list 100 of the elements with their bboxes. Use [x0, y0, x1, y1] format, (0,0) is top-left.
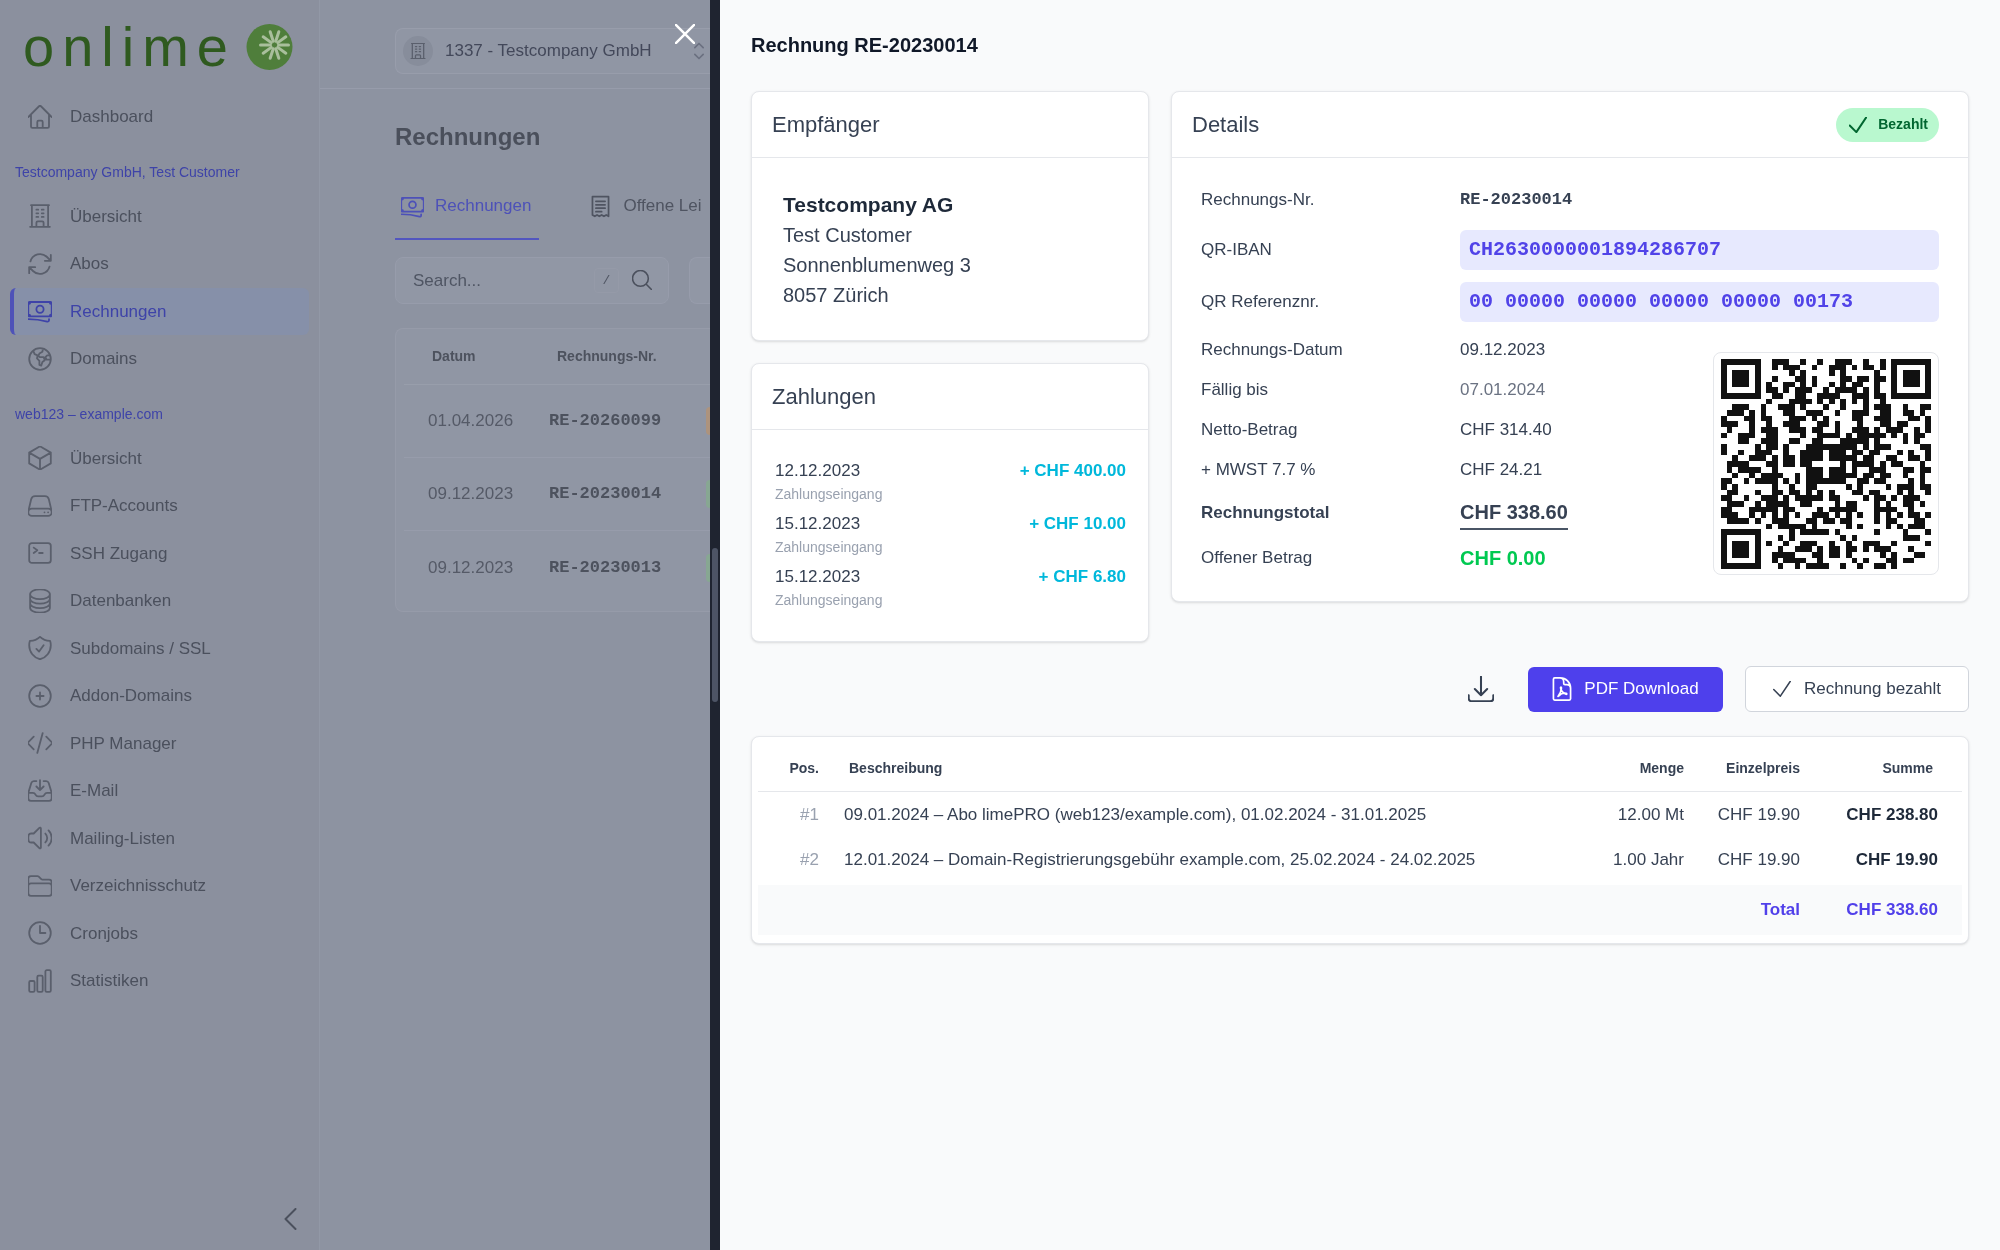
close-button[interactable] — [675, 24, 695, 44]
table-cell-text: CHF 19.90 — [1716, 803, 1800, 826]
inbox-download-icon — [28, 778, 52, 803]
section-heading: Testcompany GmbH, Test Customer — [14, 162, 241, 182]
sidebar-nav-link[interactable]: PHP Manager — [10, 719, 309, 767]
field-label: Netto-Betrag — [1201, 419, 1299, 442]
table-cell-text: RE-20230013 — [549, 557, 662, 580]
status-label: Bezahlt — [1878, 115, 1928, 134]
payment-date: 12.12.2023 — [775, 460, 862, 482]
column-header: Einzelpreis — [1725, 759, 1800, 778]
sidebar-nav-link[interactable]: Mailing-Listen — [10, 814, 309, 862]
card-title: Empfänger — [772, 111, 880, 139]
table-cell-text: RE-20260099 — [549, 410, 662, 433]
field-value: CHF 338.60 — [1460, 496, 1568, 530]
download-icon — [1468, 676, 1494, 702]
table-cell-text: 09.12.2023 — [427, 483, 515, 506]
table-cell-text: 1.00 Jahr — [1612, 848, 1684, 871]
payment-type: Zahlungseingang — [775, 591, 883, 609]
terminal-icon — [28, 541, 52, 566]
sidebar-nav-link[interactable]: Übersicht — [10, 434, 309, 482]
field-label: Offener Betrag — [1201, 547, 1314, 570]
clock-icon — [28, 921, 52, 946]
download-button[interactable] — [1468, 676, 1494, 702]
hard-drive-icon — [28, 493, 52, 518]
dropdown-field[interactable] — [689, 257, 710, 304]
field-label: Fällig bis — [1201, 379, 1270, 402]
sidebar-nav-link[interactable]: Addon-Domains — [10, 672, 309, 720]
payment-date: 15.12.2023 — [775, 566, 862, 588]
code-icon — [28, 731, 52, 756]
page-heading: Rechnungen — [395, 122, 542, 152]
table-cell-text: CHF 19.90 — [1854, 848, 1939, 871]
pdf-download-button[interactable]: PDF Download — [1528, 666, 1723, 712]
table-cell-text: #1 — [799, 803, 820, 826]
payment-date: 15.12.2023 — [775, 513, 862, 535]
banknote-icon — [28, 299, 52, 324]
column-header: Rechnungs-Nr. — [556, 347, 657, 366]
database-icon — [28, 588, 52, 613]
payment-amount: + CHF 400.00 — [1019, 460, 1126, 482]
field-value: CHF 24.21 — [1460, 459, 1543, 482]
field-label: Rechnungstotal — [1201, 502, 1331, 525]
search-icon — [632, 270, 652, 290]
section-heading: web123 – example.com — [14, 404, 164, 424]
table-cell-text: CHF 238.80 — [1845, 803, 1939, 826]
building-icon — [28, 204, 52, 229]
banknote-icon — [401, 194, 424, 218]
payment-amount: + CHF 6.80 — [1038, 566, 1126, 588]
address-line: Test Customer — [783, 223, 913, 248]
address-line: 8057 Zürich — [783, 283, 890, 308]
sidebar-nav-link[interactable]: SSH Zugang — [10, 529, 309, 577]
check-icon — [1849, 116, 1868, 133]
sidebar-nav-link[interactable]: Übersicht — [10, 192, 309, 240]
sidebar-nav-link[interactable]: Subdomains / SSL — [10, 624, 309, 672]
drawer-title: Rechnung RE-20230014 — [751, 33, 979, 58]
address-line: Sonnenblumenweg 3 — [783, 253, 972, 278]
table-cell-text: 09.01.2024 – Abo limePRO (web123/example.com), 01.02.2024 - 31.01.2025 — [843, 803, 1428, 826]
account-select[interactable]: 1337 - Testcompany GmbH — [395, 28, 710, 74]
field-value: RE-20230014 — [1460, 189, 1573, 212]
logo-wordmark: onlime — [23, 18, 236, 75]
payment-type: Zahlungseingang — [775, 538, 883, 556]
column-header: Beschreibung — [848, 759, 944, 778]
sidebar-nav-link[interactable]: Abos — [10, 240, 309, 288]
sidebar-nav-link[interactable]: Rechnungen — [10, 287, 309, 335]
shortcut-key: / — [594, 268, 619, 293]
column-header: Pos. — [788, 759, 820, 778]
cube-icon — [28, 446, 52, 471]
sidebar-nav-link[interactable]: Verzeichnisschutz — [10, 862, 309, 910]
field-label: QR Referenznr. — [1201, 291, 1321, 314]
home-icon — [28, 104, 52, 129]
speaker-icon — [28, 826, 52, 851]
table-cell-text: 12.01.2024 – Domain-Registrierungsgebühr example.com, 25.02.2024 - 24.02.2025 — [843, 848, 1477, 871]
sidebar-nav-link[interactable]: FTP-Accounts — [10, 482, 309, 530]
company-name: Testcompany AG — [783, 192, 955, 218]
sidebar-nav-link[interactable]: Statistiken — [10, 957, 309, 1005]
table-cell-text: #2 — [799, 848, 820, 871]
sidebar-nav-link[interactable]: Domains — [10, 335, 309, 383]
code-value: 00 00000 00000 00000 00000 00173 — [1460, 282, 1939, 322]
card-title: Details — [1192, 111, 1260, 139]
sidebar-nav-link[interactable]: Cronjobs — [10, 909, 309, 957]
table-cell-text: 12.00 Mt — [1616, 803, 1684, 826]
building-icon — [403, 36, 433, 66]
mark-paid-button[interactable]: Rechnung bezahlt — [1745, 666, 1969, 712]
card-title: Zahlungen — [772, 383, 876, 411]
column-header: Summe — [1881, 759, 1934, 778]
sidebar-nav-link[interactable]: Datenbanken — [10, 577, 309, 625]
table-cell-text: RE-20230014 — [549, 483, 662, 506]
sidebar-nav-link[interactable]: E-Mail — [10, 767, 309, 815]
chevron-up-down-icon — [694, 42, 704, 60]
sidebar-nav-link[interactable]: Dashboard — [10, 93, 309, 141]
column-header: Menge — [1638, 759, 1684, 778]
field-label: Rechnungs-Nr. — [1201, 189, 1316, 212]
globe-icon — [28, 346, 52, 371]
chevron-left-icon[interactable] — [284, 1208, 297, 1230]
field-value: CHF 0.00 — [1460, 546, 1546, 571]
bar-chart-icon — [28, 968, 52, 993]
field-value: 09.12.2023 — [1460, 339, 1546, 362]
refresh-icon — [28, 251, 52, 276]
table-cell-text: 09.12.2023 — [427, 557, 515, 580]
document-icon — [1552, 677, 1573, 701]
tab[interactable]: Rechnungen — [395, 176, 540, 240]
tab[interactable]: Offene Lei — [589, 176, 702, 240]
